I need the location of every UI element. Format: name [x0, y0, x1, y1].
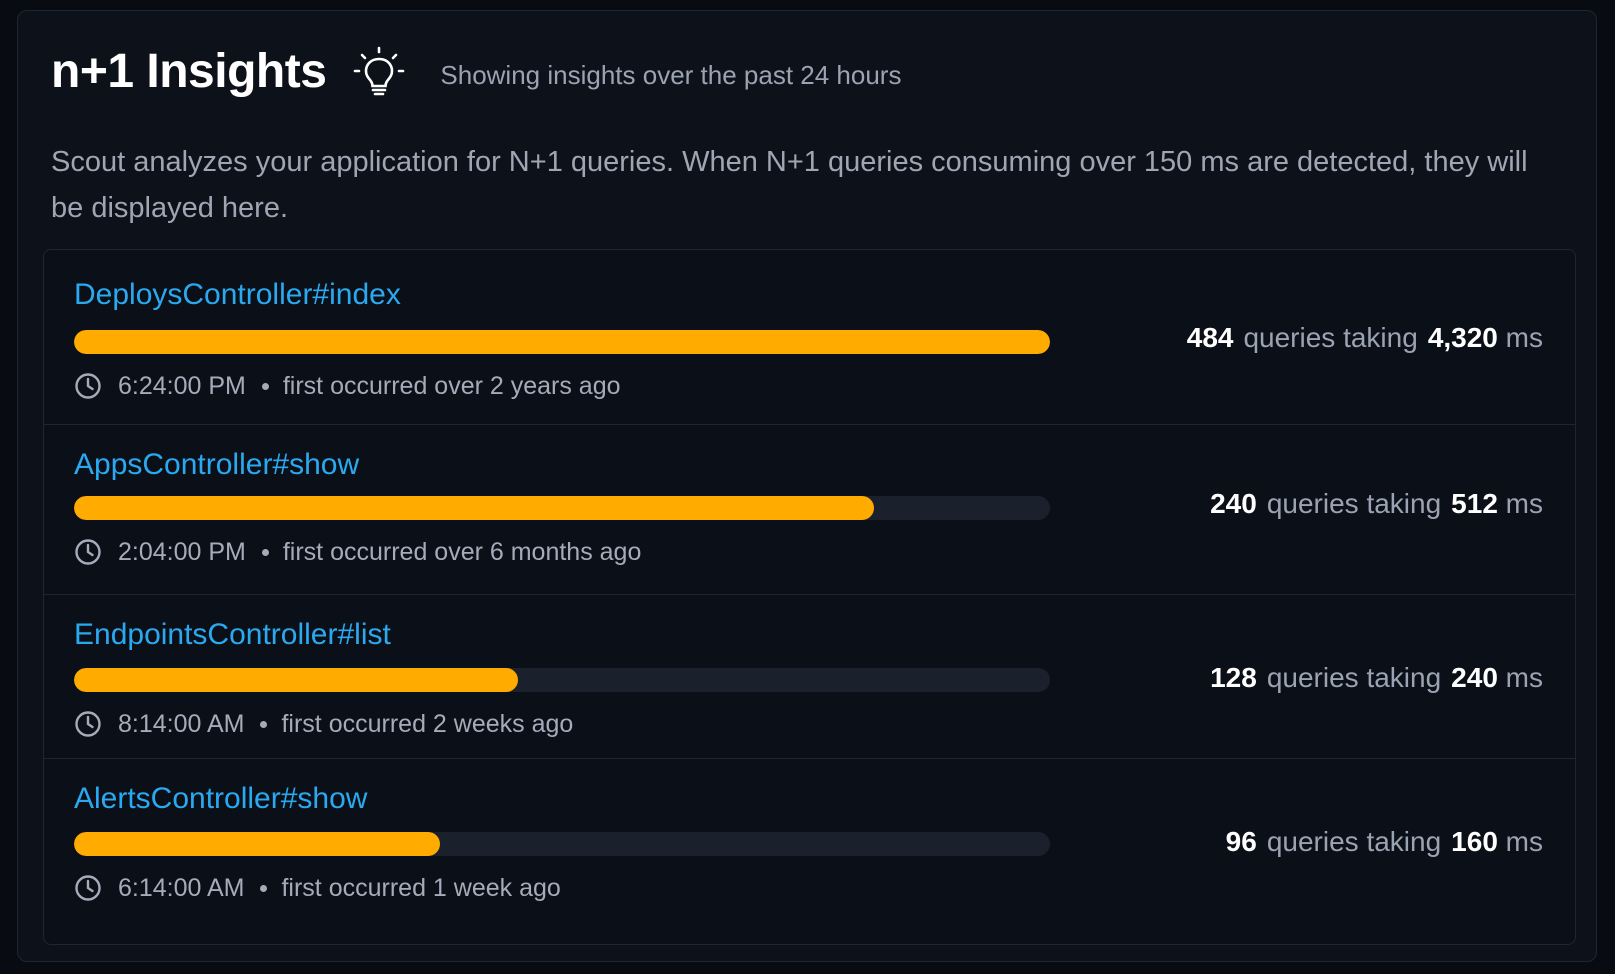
query-count: 484: [1186, 322, 1234, 353]
occurrence-time: 2:04:00 PM: [118, 537, 246, 566]
query-time-bar-fill: [74, 668, 519, 692]
separator-dot: [260, 720, 268, 728]
insight-row[interactable]: DeploysController#index 6:24:00 PM first…: [44, 250, 1575, 424]
insights-list: DeploysController#index 6:24:00 PM first…: [43, 249, 1576, 945]
query-stats: 96 queries taking 160 ms: [1226, 828, 1543, 856]
time-range-subtitle: Showing insights over the past 24 hours: [440, 60, 902, 90]
clock-icon: [74, 538, 102, 566]
lightbulb-icon: [352, 45, 406, 99]
duration-unit: ms: [1505, 662, 1543, 693]
query-count: 96: [1225, 826, 1257, 857]
occurrence-time: 6:14:00 AM: [118, 873, 245, 902]
separator-dot: [260, 884, 268, 892]
queries-taking-label: queries taking: [1266, 488, 1442, 519]
query-stats: 128 queries taking 240 ms: [1210, 664, 1543, 692]
insights-panel: n+1 Insights Showing insights over the p…: [17, 10, 1597, 962]
first-occurred-text: first occurred over 6 months ago: [282, 537, 642, 566]
occurrence-time: 6:24:00 PM: [118, 371, 246, 400]
query-count: 240: [1210, 488, 1257, 519]
controller-link[interactable]: DeploysController#index: [74, 280, 401, 310]
clock-icon: [74, 874, 102, 902]
occurrence-meta: 8:14:00 AM first occurred 2 weeks ago: [74, 710, 573, 738]
query-duration: 240: [1451, 662, 1498, 693]
panel-header: n+1 Insights Showing insights over the p…: [51, 45, 901, 99]
first-occurred-text: first occurred 2 weeks ago: [281, 709, 574, 738]
duration-unit: ms: [1505, 826, 1543, 857]
queries-taking-label: queries taking: [1243, 322, 1418, 353]
query-count: 128: [1210, 662, 1257, 693]
query-stats: 484 queries taking 4,320 ms: [1187, 324, 1543, 352]
controller-link[interactable]: AlertsController#show: [74, 784, 367, 814]
insight-row[interactable]: AlertsController#show 6:14:00 AM first o…: [44, 758, 1575, 944]
panel-description: Scout analyzes your application for N+1 …: [51, 146, 1528, 224]
query-time-bar: [74, 832, 1050, 856]
occurrence-meta: 6:24:00 PM first occurred over 2 years a…: [74, 372, 621, 400]
duration-unit: ms: [1505, 322, 1543, 353]
query-time-bar: [74, 330, 1050, 354]
controller-link[interactable]: EndpointsController#list: [74, 620, 391, 650]
query-time-bar-fill: [74, 496, 875, 520]
query-time-bar-fill: [74, 832, 440, 856]
occurrence-meta: 6:14:00 AM first occurred 1 week ago: [74, 874, 561, 902]
first-occurred-text: first occurred 1 week ago: [281, 873, 561, 902]
insight-row[interactable]: AppsController#show 2:04:00 PM first occ…: [44, 424, 1575, 594]
insight-row[interactable]: EndpointsController#list 8:14:00 AM firs…: [44, 594, 1575, 758]
separator-dot: [261, 548, 269, 556]
query-duration: 160: [1451, 826, 1498, 857]
query-duration: 4,320: [1427, 322, 1498, 353]
query-time-bar: [74, 668, 1050, 692]
query-time-bar: [74, 496, 1050, 520]
queries-taking-label: queries taking: [1266, 826, 1442, 857]
query-time-bar-fill: [74, 330, 1050, 354]
duration-unit: ms: [1505, 488, 1543, 519]
queries-taking-label: queries taking: [1266, 662, 1442, 693]
page-title: n+1 Insights: [51, 45, 327, 98]
query-duration: 512: [1451, 488, 1498, 519]
query-stats: 240 queries taking 512 ms: [1210, 490, 1543, 518]
clock-icon: [74, 710, 102, 738]
separator-dot: [261, 382, 269, 390]
occurrence-meta: 2:04:00 PM first occurred over 6 months …: [74, 538, 641, 566]
occurrence-time: 8:14:00 AM: [118, 709, 245, 738]
controller-link[interactable]: AppsController#show: [74, 450, 359, 480]
first-occurred-text: first occurred over 2 years ago: [282, 371, 621, 400]
clock-icon: [74, 372, 102, 400]
